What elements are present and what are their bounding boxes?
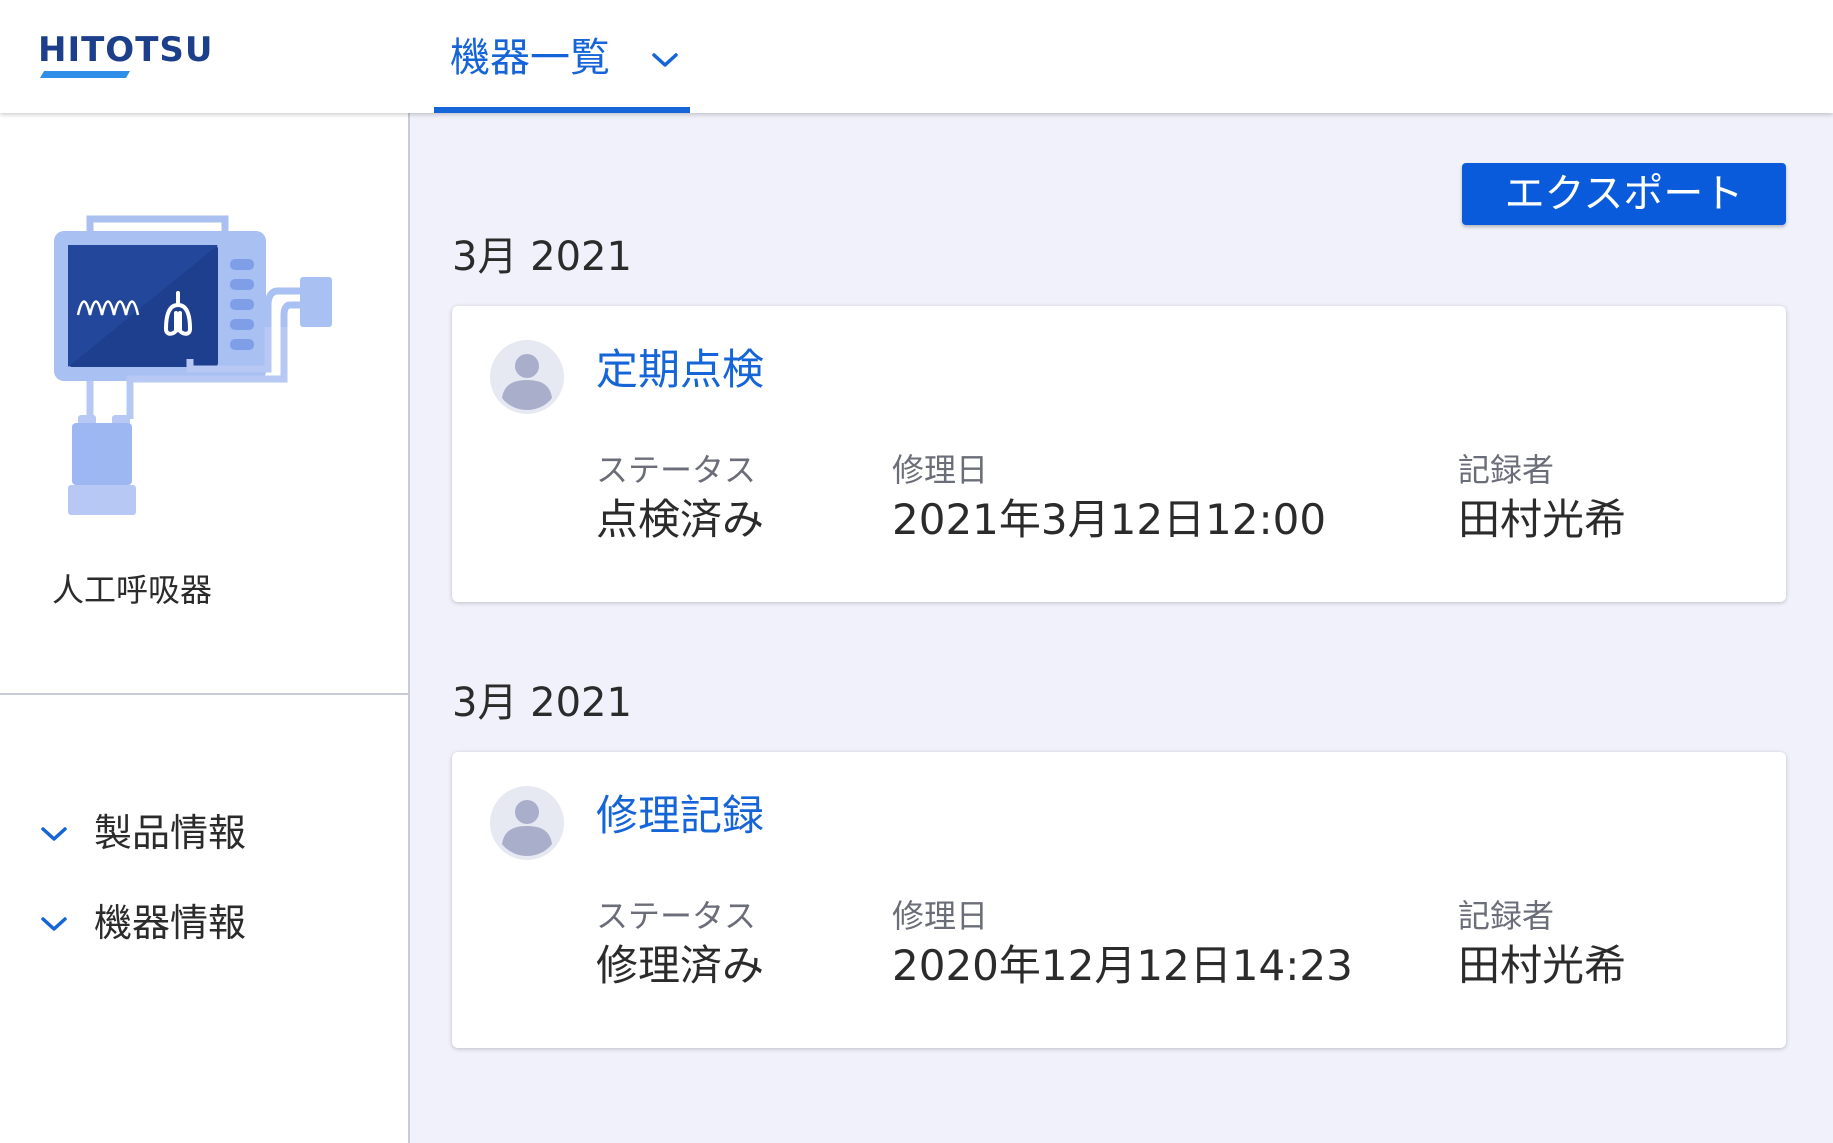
repair-date-value: 2021年3月12日12:00 xyxy=(892,495,1327,544)
month-heading: 3月 2021 xyxy=(452,234,632,280)
recorder-label: 記録者 xyxy=(1458,451,1555,489)
repair-date-label: 修理日 xyxy=(892,897,989,935)
sidebar-item-device-info[interactable]: 機器情報 xyxy=(36,898,336,948)
logo-text: HITOTSU xyxy=(38,30,214,70)
chevron-down-icon xyxy=(652,53,678,67)
recorder-value: 田村光希 xyxy=(1458,941,1627,990)
chevron-down-icon xyxy=(41,827,67,841)
device-name: 人工呼吸器 xyxy=(52,571,213,609)
recorder-value: 田村光希 xyxy=(1458,495,1627,544)
record-title-link[interactable]: 定期点検 xyxy=(596,344,764,396)
status-value: 点検済み xyxy=(596,495,765,544)
recorder-label: 記録者 xyxy=(1458,897,1555,935)
tab-device-list[interactable]: 機器一覧 xyxy=(434,0,690,113)
sidebar-item-label: 製品情報 xyxy=(94,811,247,855)
sidebar: 人工呼吸器 製品情報 機器情報 xyxy=(0,113,410,1143)
main-content: エクスポート 3月 2021 定期点検 ステータス 点検済み 修理日 2021年… xyxy=(410,113,1833,1143)
tab-active-indicator xyxy=(434,107,690,113)
logo-underline xyxy=(40,71,130,78)
repair-date-value: 2020年12月12日14:23 xyxy=(892,941,1353,990)
sidebar-divider xyxy=(0,693,408,695)
app-header: HITOTSU 機器一覧 xyxy=(0,0,1833,113)
month-heading: 3月 2021 xyxy=(452,680,632,726)
status-value: 修理済み xyxy=(596,941,765,990)
repair-date-label: 修理日 xyxy=(892,451,989,489)
export-button[interactable]: エクスポート xyxy=(1462,163,1786,225)
sidebar-item-product-info[interactable]: 製品情報 xyxy=(36,808,336,858)
hitotsu-logo[interactable]: HITOTSU xyxy=(38,30,214,78)
avatar-icon xyxy=(490,340,564,414)
status-label: ステータス xyxy=(596,451,757,489)
chevron-down-icon xyxy=(41,917,67,931)
record-title-link[interactable]: 修理記録 xyxy=(596,790,764,842)
avatar-icon xyxy=(490,786,564,860)
ventilator-illustration xyxy=(54,215,332,515)
status-label: ステータス xyxy=(596,897,757,935)
sidebar-item-label: 機器情報 xyxy=(94,901,247,945)
record-card[interactable]: 定期点検 ステータス 点検済み 修理日 2021年3月12日12:00 記録者 … xyxy=(452,306,1786,602)
tab-device-list-label: 機器一覧 xyxy=(450,35,610,81)
record-card[interactable]: 修理記録 ステータス 修理済み 修理日 2020年12月12日14:23 記録者… xyxy=(452,752,1786,1048)
